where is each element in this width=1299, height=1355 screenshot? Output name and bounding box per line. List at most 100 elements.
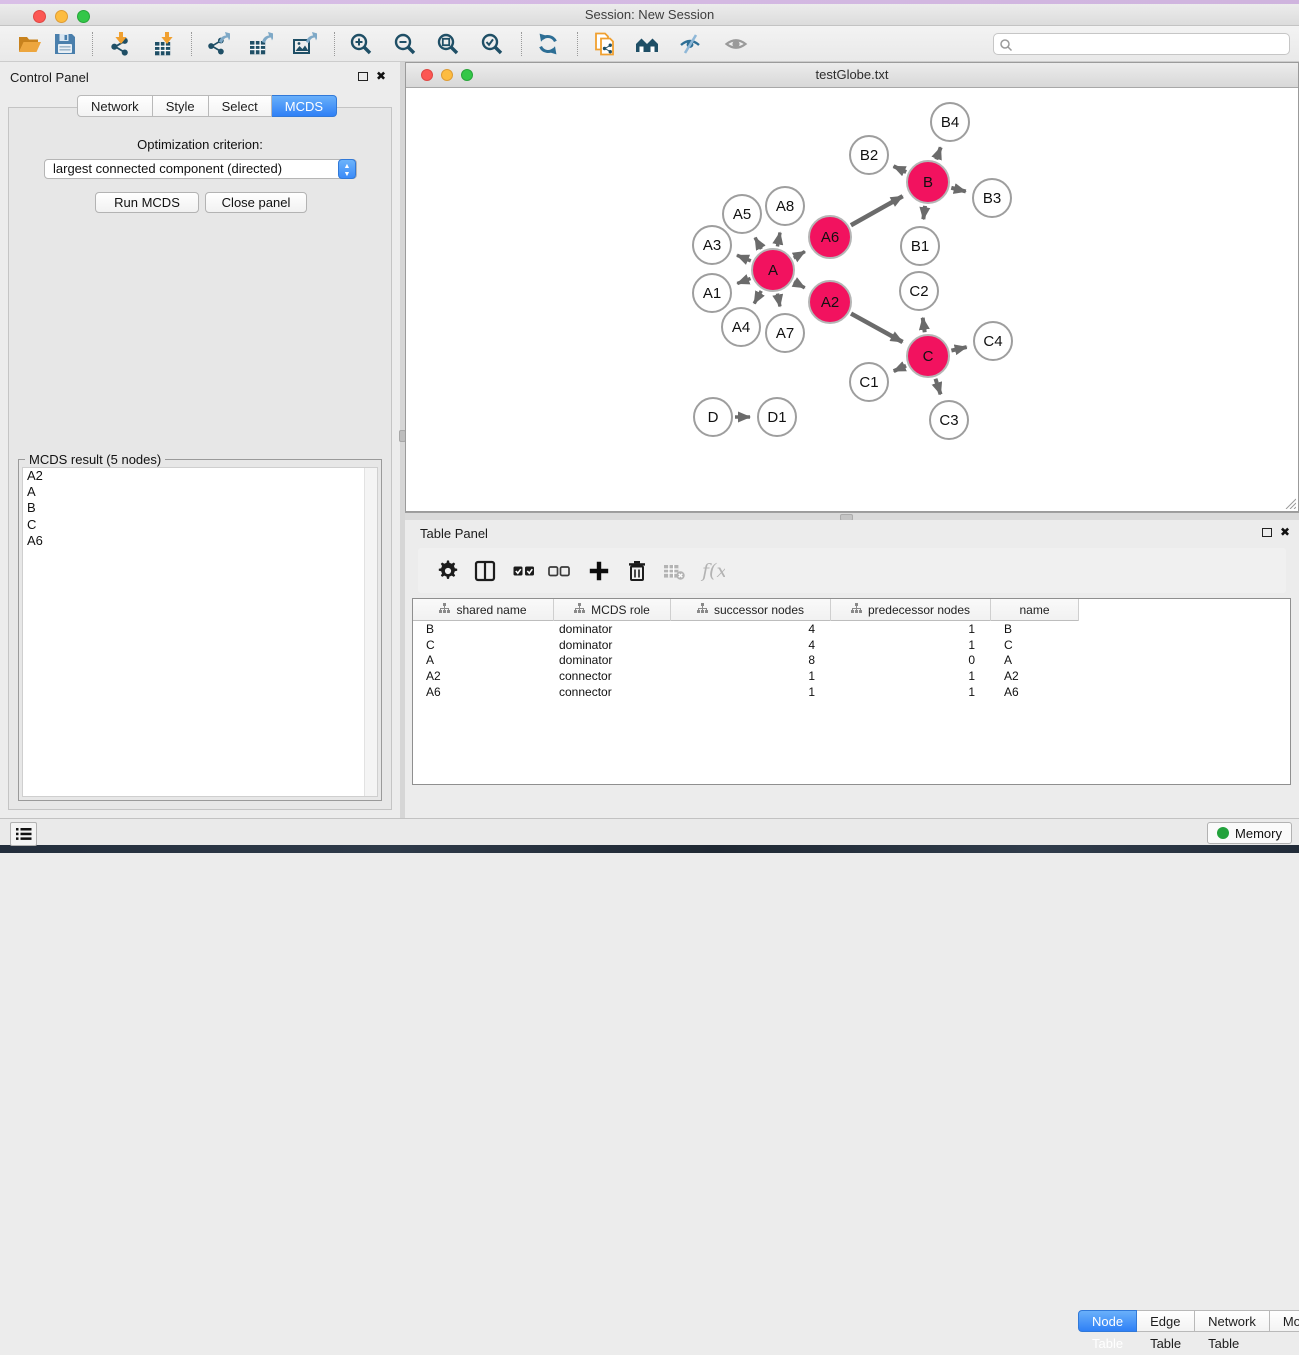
tab-node-table[interactable]: Node Table (1078, 1310, 1137, 1332)
export-network-icon[interactable] (204, 30, 232, 58)
close-panel-icon[interactable]: ✖ (1280, 525, 1290, 539)
close-panel-button[interactable]: Close panel (205, 192, 307, 213)
node-A[interactable]: A (751, 248, 795, 292)
result-list-item[interactable]: A2 (23, 468, 377, 484)
delete-columns-icon[interactable] (622, 556, 652, 586)
show-hidden-icon[interactable] (722, 30, 750, 58)
tab-network[interactable]: Network (77, 95, 153, 117)
close-window-button[interactable] (33, 10, 46, 23)
tab-mcds[interactable]: MCDS (272, 95, 337, 117)
show-columns-icon[interactable] (470, 556, 500, 586)
float-panel-icon[interactable] (1262, 528, 1272, 537)
table-row[interactable]: Cdominator41C (413, 638, 1079, 654)
table-row[interactable]: A6connector11A6 (413, 685, 1079, 701)
result-list-item[interactable]: A6 (23, 533, 377, 549)
node-B3[interactable]: B3 (972, 178, 1012, 218)
tab-select[interactable]: Select (209, 95, 272, 117)
network-zoom-button[interactable] (461, 69, 473, 81)
node-A4[interactable]: A4 (721, 307, 761, 347)
edge-A-A4[interactable] (754, 291, 761, 304)
node-B[interactable]: B (906, 160, 950, 204)
result-list-item[interactable]: A (23, 484, 377, 500)
node-C2[interactable]: C2 (899, 271, 939, 311)
close-panel-icon[interactable]: ✖ (376, 69, 386, 83)
save-session-icon[interactable] (51, 30, 79, 58)
import-network-icon[interactable] (106, 30, 134, 58)
column-header-predecessor-nodes[interactable]: predecessor nodes (831, 599, 991, 621)
node-C[interactable]: C (906, 334, 950, 378)
edge-B-B1[interactable] (923, 206, 925, 219)
zoom-selected-icon[interactable] (478, 30, 506, 58)
tab-edge-table[interactable]: Edge Table (1137, 1310, 1195, 1332)
node-A1[interactable]: A1 (692, 273, 732, 313)
new-network-from-selection-icon[interactable] (591, 30, 619, 58)
node-A8[interactable]: A8 (765, 186, 805, 226)
search-box[interactable] (993, 33, 1290, 55)
column-header-successor-nodes[interactable]: successor nodes (671, 599, 831, 621)
node-C4[interactable]: C4 (973, 321, 1013, 361)
tab-motifs[interactable]: Motifs (1270, 1310, 1299, 1332)
network-minimize-button[interactable] (441, 69, 453, 81)
network-close-button[interactable] (421, 69, 433, 81)
export-table-icon[interactable] (247, 30, 275, 58)
hide-selected-icon[interactable] (676, 30, 704, 58)
export-image-icon[interactable] (291, 30, 319, 58)
window-resize-grip[interactable] (1282, 495, 1296, 509)
run-mcds-button[interactable]: Run MCDS (95, 192, 199, 213)
column-header-shared-name[interactable]: shared name (413, 599, 554, 621)
node-C3[interactable]: C3 (929, 400, 969, 440)
zoom-window-button[interactable] (77, 10, 90, 23)
node-A6[interactable]: A6 (808, 215, 852, 259)
optimization-criterion-select[interactable]: largest connected component (directed) ▲… (44, 159, 357, 179)
open-file-icon[interactable] (16, 30, 44, 58)
select-all-columns-icon[interactable] (509, 556, 539, 586)
zoom-fit-icon[interactable] (434, 30, 462, 58)
result-list-scrollbar[interactable] (364, 468, 377, 796)
table-settings-icon[interactable] (433, 556, 463, 586)
task-history-button[interactable] (10, 822, 37, 846)
result-list-item[interactable]: B (23, 500, 377, 516)
network-canvas[interactable]: B4B2BB3A5A8A6A3B1AC2A1A2A4A7C4CC1DD1C3 (406, 88, 1298, 511)
edge-A-A1[interactable] (737, 278, 750, 283)
edge-A-A6[interactable] (794, 252, 805, 258)
column-header-name[interactable]: name (991, 599, 1079, 621)
edge-C-C4[interactable] (951, 347, 966, 351)
apply-layout-icon[interactable] (534, 30, 562, 58)
zoom-in-icon[interactable] (347, 30, 375, 58)
table-row[interactable]: Bdominator41B (413, 622, 1079, 638)
edge-A-A3[interactable] (737, 255, 751, 261)
node-A2[interactable]: A2 (808, 280, 852, 324)
node-A5[interactable]: A5 (722, 194, 762, 234)
node-table[interactable]: shared nameMCDS rolesuccessor nodesprede… (412, 598, 1291, 785)
node-B2[interactable]: B2 (849, 135, 889, 175)
minimize-window-button[interactable] (55, 10, 68, 23)
float-panel-icon[interactable] (358, 72, 368, 81)
edge-A6-B[interactable] (851, 196, 903, 225)
unselect-all-columns-icon[interactable] (544, 556, 574, 586)
import-table-icon[interactable] (152, 30, 180, 58)
tab-network-table[interactable]: Network Table (1195, 1310, 1270, 1332)
edge-B-B4[interactable] (936, 147, 940, 159)
tab-style[interactable]: Style (153, 95, 209, 117)
memory-button[interactable]: Memory (1207, 822, 1292, 844)
result-list-item[interactable]: C (23, 517, 377, 533)
mcds-result-list[interactable]: A2ABCA6 (22, 467, 378, 797)
zoom-out-icon[interactable] (391, 30, 419, 58)
edge-C-C3[interactable] (935, 379, 940, 395)
edge-A2-C[interactable] (851, 314, 903, 342)
node-A7[interactable]: A7 (765, 313, 805, 353)
node-B4[interactable]: B4 (930, 102, 970, 142)
edge-C-C1[interactable] (894, 366, 906, 371)
edge-A-A7[interactable] (777, 294, 779, 307)
edge-A-A2[interactable] (794, 282, 805, 288)
node-C1[interactable]: C1 (849, 362, 889, 402)
edge-B-B2[interactable] (894, 166, 907, 172)
edge-A-A8[interactable] (777, 233, 780, 247)
search-input[interactable] (1016, 35, 1284, 53)
edge-A-A5[interactable] (755, 238, 761, 249)
edge-C-C2[interactable] (923, 318, 925, 332)
table-row[interactable]: A2connector11A2 (413, 669, 1079, 685)
column-header-MCDS-role[interactable]: MCDS role (554, 599, 671, 621)
node-D[interactable]: D (693, 397, 733, 437)
node-B1[interactable]: B1 (900, 226, 940, 266)
